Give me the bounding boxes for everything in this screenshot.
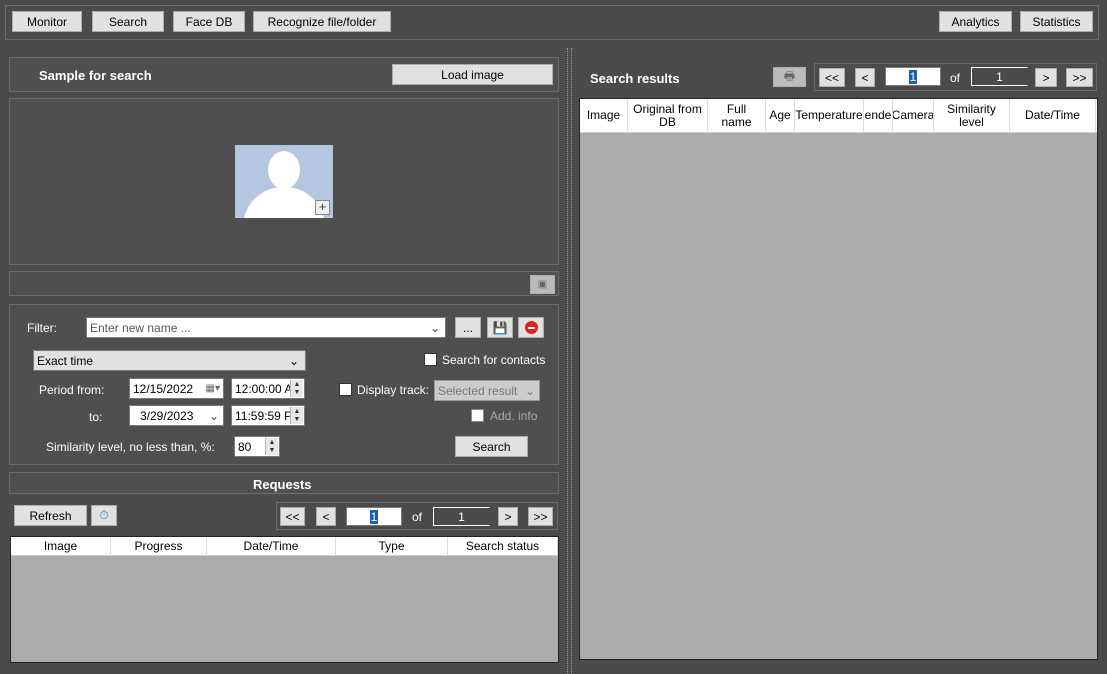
add-info-label: Add. info: [490, 409, 538, 423]
sample-title: Sample for search: [39, 68, 152, 83]
chevron-down-icon: ⌄: [288, 353, 299, 368]
column-header[interactable]: Age: [766, 99, 795, 132]
analytics-button[interactable]: Analytics: [939, 11, 1012, 32]
requests-prev-page[interactable]: <: [316, 507, 336, 526]
time-to-value: 11:59:59 P: [235, 408, 293, 423]
placeholder-avatar-icon[interactable]: +: [235, 145, 333, 218]
requests-last-page[interactable]: >>: [528, 507, 553, 526]
track-select[interactable]: Selected result ⌄: [434, 380, 540, 401]
results-prev-page[interactable]: <: [855, 68, 875, 87]
requests-page-value: 1: [369, 509, 379, 524]
requests-first-page[interactable]: <<: [280, 507, 305, 526]
time-mode-select[interactable]: Exact time ⌄: [33, 350, 306, 371]
requests-of-label: of: [412, 510, 423, 524]
load-image-button[interactable]: Load image: [392, 64, 553, 85]
requests-table-header: Image Progress Date/Time Type Search sta…: [11, 537, 558, 556]
similarity-label: Similarity level, no less than, %:: [46, 440, 215, 454]
display-track-label: Display track:: [357, 383, 430, 397]
filter-placeholder: Enter new name ...: [90, 320, 191, 335]
column-header[interactable]: Progress: [111, 537, 207, 555]
time-from-value: 12:00:00 A: [235, 381, 293, 396]
column-header[interactable]: Similarity level: [934, 99, 1010, 132]
column-header[interactable]: Date/Time: [207, 537, 336, 555]
refresh-button[interactable]: Refresh: [14, 505, 87, 526]
column-header[interactable]: ende: [864, 99, 893, 132]
results-page-value: 1: [908, 69, 918, 84]
sample-info-bar: [9, 271, 559, 296]
column-header[interactable]: Temperature: [795, 99, 864, 132]
column-header[interactable]: Date/Time: [1010, 99, 1096, 132]
save-sample-icon[interactable]: ▣: [530, 275, 555, 294]
filter-name-input[interactable]: Enter new name ... ⌄: [86, 317, 446, 338]
filter-label: Filter:: [27, 321, 57, 335]
results-page-input[interactable]: 1: [885, 67, 941, 86]
column-header[interactable]: Full name: [708, 99, 766, 132]
time-to-spinner[interactable]: ▲ ▼: [290, 407, 303, 424]
period-from-label: Period from:: [39, 383, 105, 397]
results-table[interactable]: Image Original from DB Full name Age Tem…: [579, 98, 1098, 660]
add-icon[interactable]: +: [315, 200, 330, 215]
time-from-spinner[interactable]: ▲ ▼: [290, 380, 303, 397]
splitter[interactable]: [567, 48, 572, 674]
date-to-value: 3/29/2023: [140, 408, 194, 423]
column-header[interactable]: Image: [580, 99, 628, 132]
to-label: to:: [89, 410, 103, 424]
column-header[interactable]: Search status: [448, 537, 558, 555]
results-total-value: 1: [996, 69, 1003, 84]
results-total: 1: [971, 67, 1028, 86]
similarity-input[interactable]: 80 ▲ ▼: [234, 436, 280, 457]
browse-button[interactable]: ...: [455, 317, 481, 338]
column-header[interactable]: Type: [336, 537, 448, 555]
recognize-button[interactable]: Recognize file/folder: [253, 11, 391, 32]
display-track-checkbox[interactable]: [339, 383, 352, 396]
add-info-checkbox[interactable]: [471, 409, 484, 422]
calendar-icon[interactable]: ▦▾: [206, 383, 220, 394]
similarity-spinner[interactable]: ▲ ▼: [265, 438, 278, 455]
results-first-page[interactable]: <<: [819, 68, 845, 87]
chevron-down-icon[interactable]: ⌄: [209, 409, 219, 423]
time-mode-value: Exact time: [37, 353, 94, 368]
search-button[interactable]: Search: [455, 436, 528, 457]
chevron-down-icon[interactable]: ⌄: [430, 321, 440, 335]
results-next-page[interactable]: >: [1035, 68, 1057, 87]
search-tab-button[interactable]: Search: [92, 11, 164, 32]
requests-title: Requests: [253, 477, 312, 492]
time-to-input[interactable]: 11:59:59 P ▲ ▼: [231, 405, 305, 426]
requests-page-input[interactable]: 1: [346, 507, 402, 526]
monitor-button[interactable]: Monitor: [12, 11, 82, 32]
track-value: Selected result: [438, 383, 518, 398]
save-filter-icon[interactable]: 💾: [487, 317, 513, 338]
requests-table[interactable]: Image Progress Date/Time Type Search sta…: [10, 536, 559, 663]
requests-total: 1: [433, 507, 490, 526]
requests-total-value: 1: [458, 509, 465, 524]
column-header[interactable]: Image: [11, 537, 111, 555]
face-db-button[interactable]: Face DB: [173, 11, 245, 32]
search-contacts-label: Search for contacts: [442, 353, 546, 367]
print-icon[interactable]: 🖶: [773, 67, 806, 87]
remove-icon[interactable]: [518, 317, 544, 338]
results-title: Search results: [590, 71, 680, 86]
date-to-picker[interactable]: 3/29/2023 ⌄: [129, 405, 224, 426]
top-toolbar: [5, 5, 1099, 40]
column-header[interactable]: Original from DB: [628, 99, 708, 132]
timer-icon[interactable]: ⏱: [91, 505, 117, 526]
date-from-picker[interactable]: 12/15/2022 ▦▾: [129, 378, 224, 399]
similarity-value: 80: [238, 439, 252, 454]
column-header[interactable]: Camera: [893, 99, 934, 132]
statistics-button[interactable]: Statistics: [1020, 11, 1093, 32]
chevron-down-icon: ⌄: [524, 383, 535, 398]
results-table-header: Image Original from DB Full name Age Tem…: [580, 99, 1097, 133]
search-contacts-checkbox[interactable]: [424, 353, 437, 366]
date-from-value: 12/15/2022: [133, 381, 194, 396]
time-from-input[interactable]: 12:00:00 A ▲ ▼: [231, 378, 305, 399]
results-of-label: of: [950, 71, 961, 85]
requests-next-page[interactable]: >: [498, 507, 518, 526]
results-last-page[interactable]: >>: [1066, 68, 1093, 87]
